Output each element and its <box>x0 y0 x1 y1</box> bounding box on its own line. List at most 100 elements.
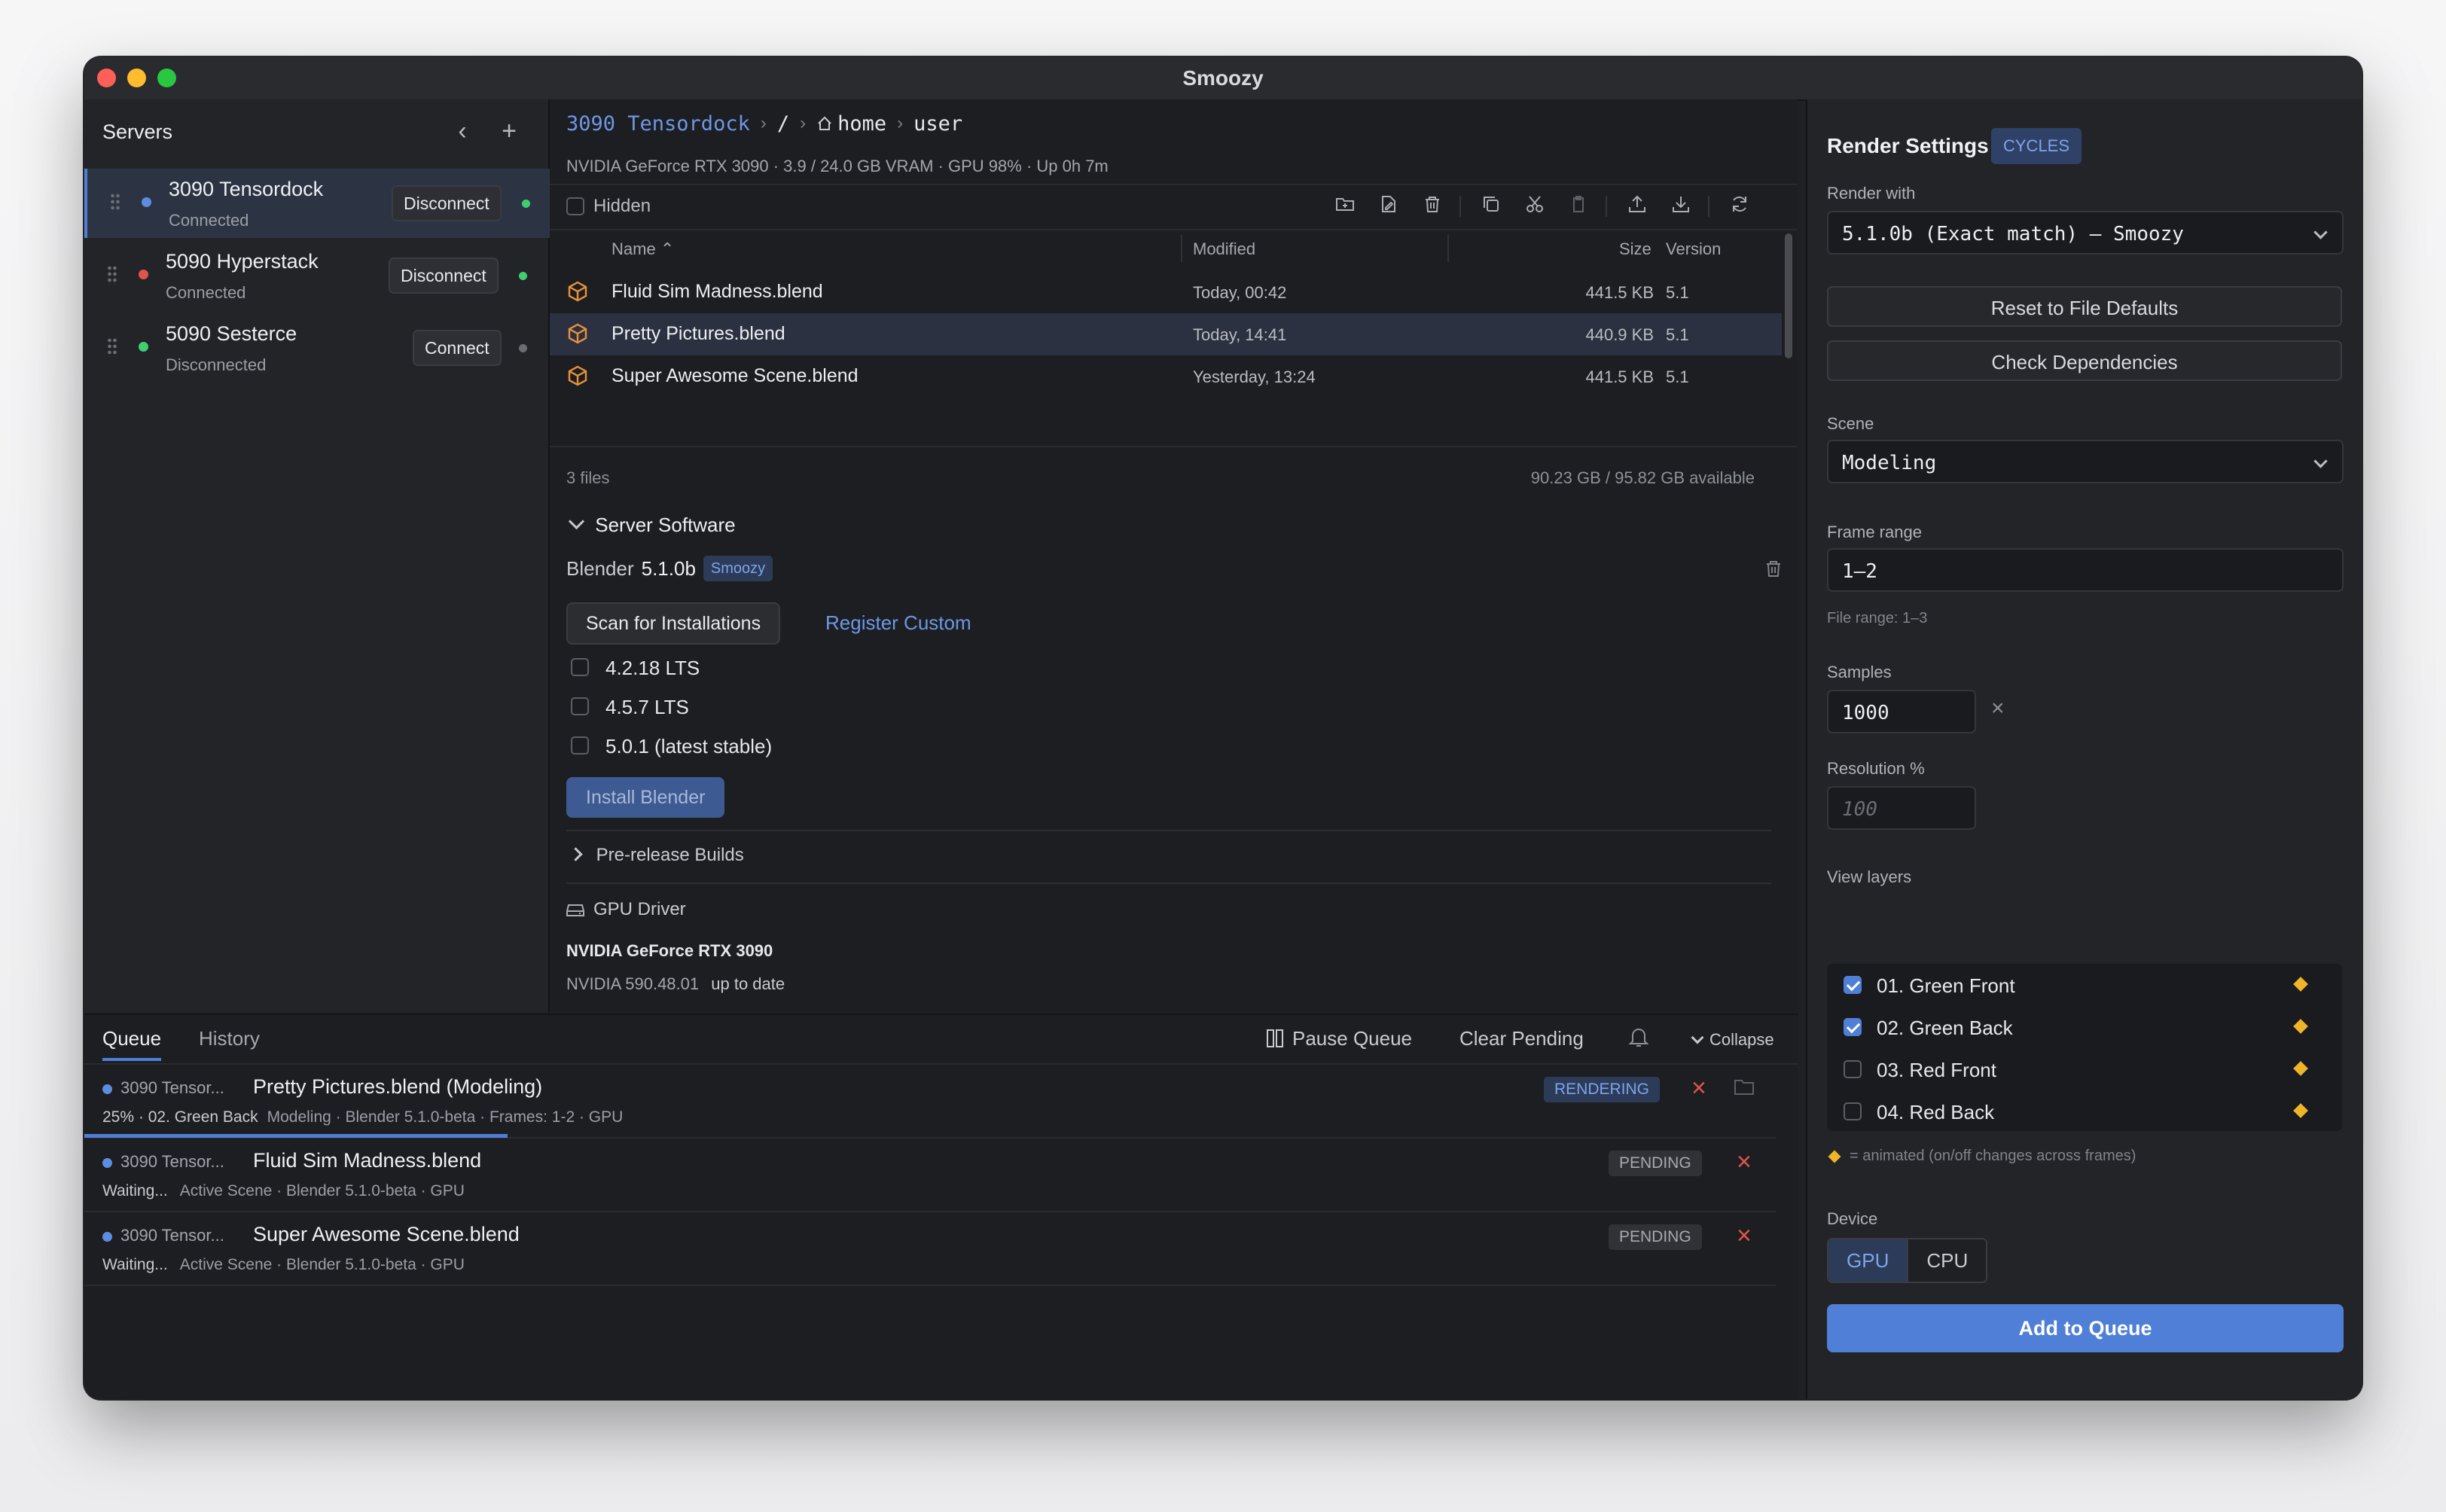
pause-queue-label: Pause Queue <box>1292 1027 1413 1050</box>
table-row[interactable]: Super Awesome Scene.blend Yesterday, 13:… <box>550 355 1782 398</box>
collapse-label: Collapse <box>1709 1030 1774 1049</box>
upload-icon[interactable] <box>1625 194 1649 218</box>
clear-samples-icon[interactable]: × <box>1991 696 2005 721</box>
file-modified: Today, 14:41 <box>1193 325 1287 344</box>
layer-checkbox[interactable] <box>1844 1102 1862 1120</box>
blender-option[interactable]: 5.0.1 (latest stable) <box>566 730 792 761</box>
view-layer-item[interactable]: 03. Red Front <box>1827 1048 2342 1090</box>
option-label: 5.0.1 (latest stable) <box>605 735 773 758</box>
blender-option[interactable]: 4.2.18 LTS <box>566 652 792 682</box>
column-name[interactable]: Name ⌃ <box>612 239 674 259</box>
option-checkbox[interactable] <box>571 658 589 676</box>
breadcrumb-server[interactable]: 3090 Tensordock <box>566 112 750 136</box>
collapse-sidebar-icon[interactable]: ‹ <box>447 116 477 146</box>
drag-handle-icon[interactable] <box>107 337 117 357</box>
column-divider[interactable] <box>1181 235 1182 262</box>
pause-queue-button[interactable]: Pause Queue <box>1267 1027 1412 1050</box>
prerelease-toggle[interactable]: Pre-release Builds <box>569 845 744 866</box>
register-custom-link[interactable]: Register Custom <box>825 611 971 635</box>
breadcrumb-user[interactable]: user <box>913 112 962 136</box>
view-layers-list: 01. Green Front 02. Green Back 03. Red F… <box>1827 964 2342 1131</box>
server-item-5090-sesterce[interactable]: 5090 Sesterce Disconnected Connect <box>84 313 547 383</box>
frame-range-input[interactable]: 1–2 <box>1827 548 2344 592</box>
hidden-checkbox[interactable] <box>566 197 584 215</box>
copy-icon[interactable] <box>1479 194 1503 218</box>
layer-checkbox[interactable] <box>1844 1060 1862 1078</box>
download-icon[interactable] <box>1669 194 1693 218</box>
cancel-icon[interactable]: × <box>1737 1223 1752 1248</box>
server-item-5090-hyperstack[interactable]: 5090 Hyperstack Connected Disconnect <box>84 241 547 310</box>
cancel-icon[interactable]: × <box>1737 1149 1752 1175</box>
queue-item[interactable]: 3090 Tensor... Pretty Pictures.blend (Mo… <box>84 1065 1776 1139</box>
column-size[interactable]: Size <box>1619 239 1652 259</box>
servers-heading: Servers <box>102 120 173 143</box>
gpu-driver-title: GPU Driver <box>593 899 686 919</box>
column-version[interactable]: Version <box>1666 239 1721 259</box>
device-label: Device <box>1827 1209 1878 1228</box>
device-gpu-option[interactable]: GPU <box>1828 1239 1908 1282</box>
queue-item[interactable]: 3090 Tensor... Fluid Sim Madness.blend W… <box>84 1139 1776 1212</box>
tab-queue[interactable]: Queue <box>102 1027 162 1061</box>
table-row[interactable]: Fluid Sim Madness.blend Today, 00:42 441… <box>550 271 1782 313</box>
option-checkbox[interactable] <box>571 736 589 754</box>
reset-file-defaults-button[interactable]: Reset to File Defaults <box>1827 286 2342 327</box>
column-divider[interactable] <box>1447 235 1449 262</box>
rename-icon[interactable] <box>1377 194 1401 218</box>
server-software-title: Server Software <box>595 514 736 536</box>
connect-button[interactable]: Connect <box>413 330 502 366</box>
layer-checkbox[interactable] <box>1844 976 1862 994</box>
bell-icon[interactable] <box>1628 1026 1649 1053</box>
view-layer-item[interactable]: 02. Green Back <box>1827 1006 2342 1048</box>
layer-checkbox[interactable] <box>1844 1018 1862 1036</box>
server-software-toggle[interactable]: Server Software <box>566 513 736 537</box>
render-with-label: Render with <box>1827 184 1916 203</box>
clear-pending-button[interactable]: Clear Pending <box>1459 1027 1584 1050</box>
engine-badge: CYCLES <box>1991 128 2082 164</box>
render-with-select[interactable]: 5.1.0b (Exact match) — Smoozy <box>1827 211 2344 255</box>
disconnect-button[interactable]: Disconnect <box>392 185 502 221</box>
tab-history[interactable]: History <box>199 1027 260 1050</box>
samples-input[interactable]: 1000 <box>1827 690 1976 733</box>
queue-item[interactable]: 3090 Tensor... Super Awesome Scene.blend… <box>84 1212 1776 1286</box>
server-item-3090-tensordock[interactable]: 3090 Tensordock Connected Disconnect <box>84 169 550 238</box>
trash-icon[interactable] <box>1764 559 1783 582</box>
scan-installations-button[interactable]: Scan for Installations <box>566 602 781 645</box>
option-checkbox[interactable] <box>571 697 589 715</box>
trash-icon[interactable] <box>1420 194 1444 218</box>
new-folder-icon[interactable] <box>1333 194 1357 218</box>
scene-select[interactable]: Modeling <box>1827 440 2344 483</box>
column-modified[interactable]: Modified <box>1193 239 1255 259</box>
blender-option[interactable]: 4.5.7 LTS <box>566 691 792 721</box>
table-row-selected[interactable]: Pretty Pictures.blend Today, 14:41 440.9… <box>550 313 1782 355</box>
view-layer-item[interactable]: 01. Green Front <box>1827 964 2342 1006</box>
install-blender-button[interactable]: Install Blender <box>566 777 725 818</box>
breadcrumb-home[interactable]: home <box>816 112 886 136</box>
refresh-icon[interactable] <box>1728 194 1752 218</box>
animated-diamond-icon <box>2293 1103 2308 1118</box>
queue-item-details: Active Scene · Blender 5.1.0-beta · GPU <box>179 1256 465 1273</box>
view-layer-item[interactable]: 04. Red Back <box>1827 1090 2342 1132</box>
file-toolbar: Hidden <box>550 184 1797 230</box>
breadcrumb-root[interactable]: / <box>777 112 789 136</box>
drag-handle-icon[interactable] <box>107 265 117 285</box>
folder-icon[interactable] <box>1734 1078 1755 1100</box>
resolution-input[interactable]: 100 <box>1827 786 1976 830</box>
paste-icon[interactable] <box>1566 194 1591 218</box>
check-dependencies-button[interactable]: Check Dependencies <box>1827 340 2342 381</box>
device-cpu-option[interactable]: CPU <box>1907 1239 1987 1282</box>
disconnect-button[interactable]: Disconnect <box>389 258 499 294</box>
drag-handle-icon[interactable] <box>110 193 120 212</box>
hidden-label: Hidden <box>593 196 651 216</box>
chevron-right-icon: › <box>760 113 767 133</box>
queue-item-server: 3090 Tensor... <box>120 1078 224 1097</box>
cut-icon[interactable] <box>1523 194 1547 218</box>
file-list-scrollbar[interactable] <box>1785 233 1792 358</box>
device-toggle: GPU CPU <box>1827 1238 1988 1283</box>
cancel-icon[interactable]: × <box>1691 1075 1706 1101</box>
scene-label: Scene <box>1827 414 1874 433</box>
samples-label: Samples <box>1827 663 1892 681</box>
add-server-icon[interactable]: + <box>494 116 524 146</box>
collapse-button[interactable]: Collapse <box>1691 1030 1774 1050</box>
queue-item-file: Fluid Sim Madness.blend <box>253 1149 482 1172</box>
add-to-queue-button[interactable]: Add to Queue <box>1827 1304 2344 1352</box>
